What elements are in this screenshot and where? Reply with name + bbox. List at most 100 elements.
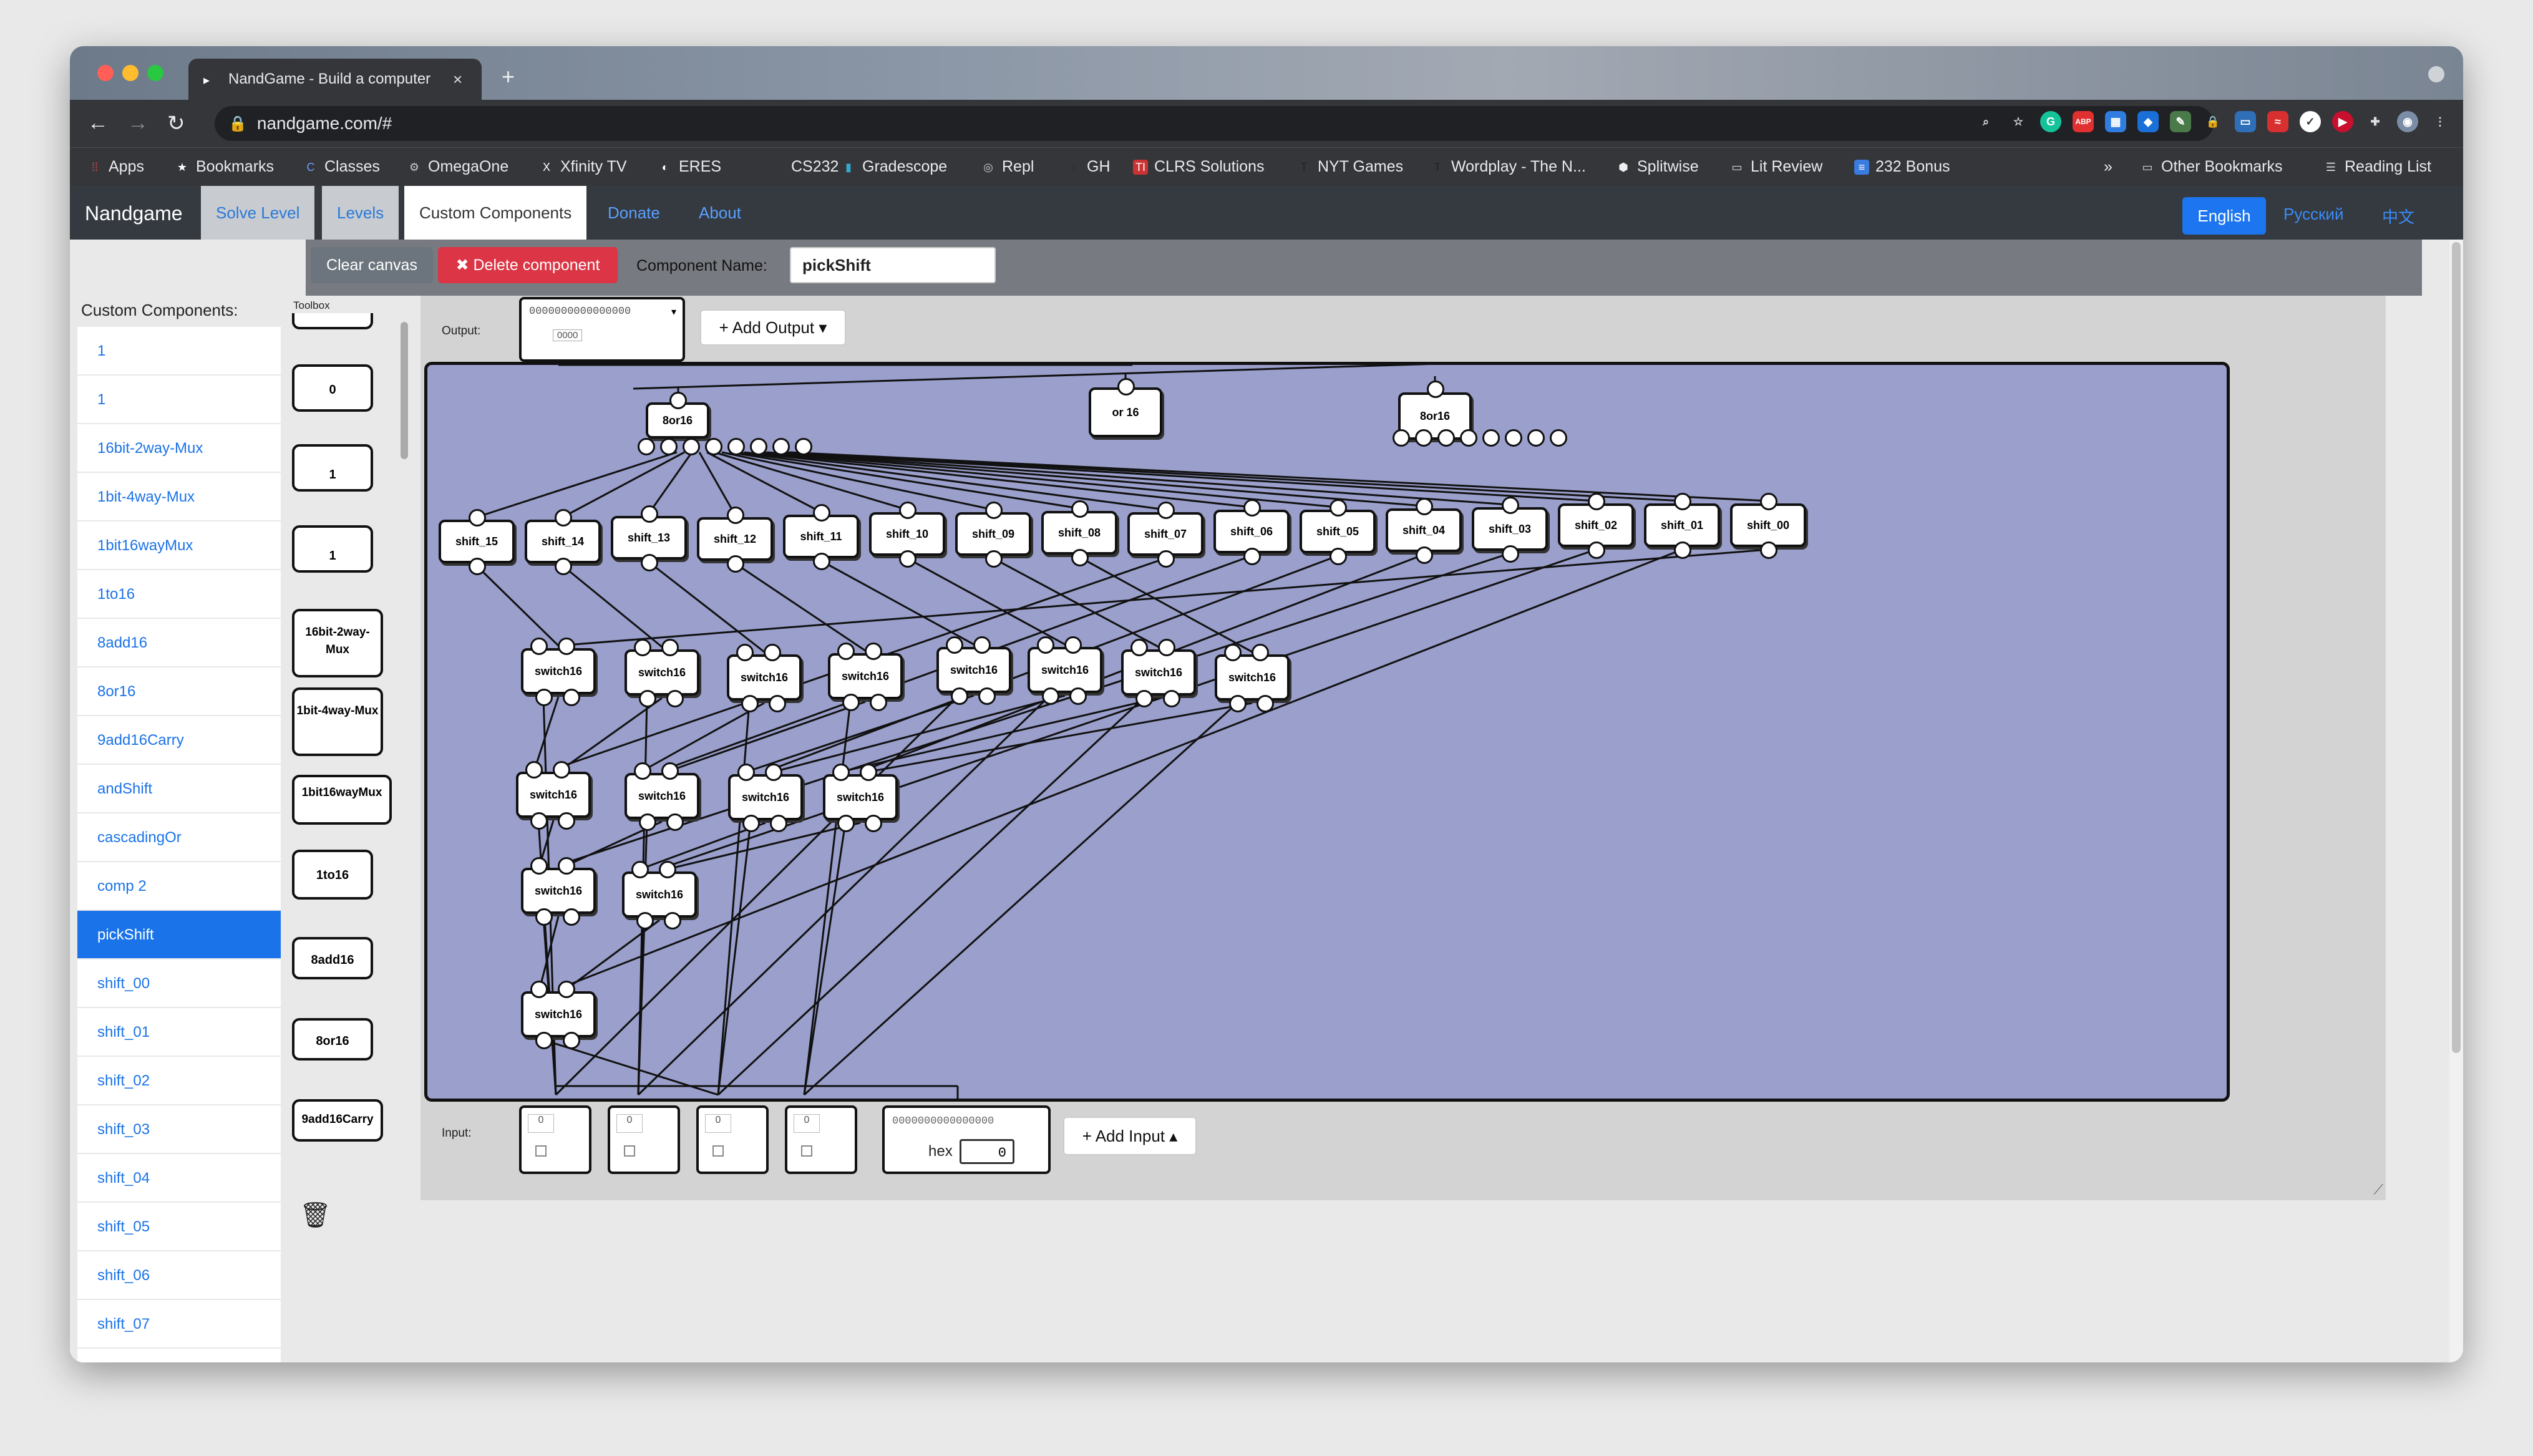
connector-pin[interactable] bbox=[899, 550, 916, 568]
connector-pin[interactable] bbox=[530, 857, 548, 875]
play-ext-icon[interactable]: ▶ bbox=[2332, 111, 2353, 132]
bookmark-classes[interactable]: C Classes bbox=[303, 158, 380, 176]
puzzle-icon[interactable]: ✚ bbox=[2365, 111, 2386, 132]
connector-pin[interactable] bbox=[469, 558, 486, 575]
screenshot-ext-icon[interactable]: ▦ bbox=[2105, 111, 2126, 132]
toolbox-item[interactable]: 1bit16wayMux bbox=[292, 775, 392, 825]
switch16-node[interactable]: switch16 bbox=[625, 773, 699, 819]
wire[interactable] bbox=[841, 697, 1159, 773]
connector-pin[interactable] bbox=[860, 764, 877, 781]
connector-pin[interactable] bbox=[865, 815, 882, 832]
new-tab-button[interactable]: + bbox=[502, 64, 515, 90]
connector-pin[interactable] bbox=[660, 438, 678, 455]
tab-search-icon[interactable] bbox=[2428, 66, 2444, 82]
bookmark-gradescope[interactable]: ▮ Gradescope bbox=[841, 158, 947, 176]
input-s0[interactable]: 0 bbox=[785, 1105, 857, 1174]
wire[interactable] bbox=[475, 565, 560, 647]
connector-pin[interactable] bbox=[842, 694, 860, 711]
toolbox-item[interactable]: 8add16 bbox=[292, 937, 373, 979]
connector-pin[interactable] bbox=[555, 509, 572, 527]
connector-pin[interactable] bbox=[1157, 502, 1175, 519]
connector-pin[interactable] bbox=[530, 812, 548, 830]
custom-component-item[interactable]: shift_07 bbox=[77, 1300, 281, 1349]
wire[interactable] bbox=[555, 694, 960, 1096]
switch16-node[interactable]: switch16 bbox=[521, 868, 596, 914]
input-spinner[interactable]: 0 bbox=[616, 1114, 643, 1133]
custom-component-item[interactable]: shift_02 bbox=[77, 1057, 281, 1105]
delete-component-button[interactable]: ✖ Delete component bbox=[438, 247, 618, 283]
connector-pin[interactable] bbox=[1224, 644, 1242, 661]
hex-value-input[interactable]: 0 bbox=[960, 1139, 1014, 1164]
connector-pin[interactable] bbox=[558, 638, 575, 655]
forward-icon[interactable]: → bbox=[127, 111, 148, 135]
connector-pin[interactable] bbox=[899, 502, 916, 519]
nav-solve-level[interactable]: Solve Level bbox=[201, 186, 315, 240]
connector-pin[interactable] bbox=[1760, 493, 1777, 510]
custom-component-item[interactable]: shift_05 bbox=[77, 1203, 281, 1251]
connector-pin[interactable] bbox=[870, 694, 887, 711]
trash-icon[interactable]: 🗑 bbox=[299, 1200, 331, 1230]
connector-pin[interactable] bbox=[1257, 695, 1274, 712]
input-s2[interactable]: 0 bbox=[608, 1105, 680, 1174]
zoom-icon[interactable]: ⌕ bbox=[1975, 111, 1996, 132]
switch16-node[interactable]: switch16 bbox=[521, 991, 596, 1037]
bookmark-wordplay[interactable]: T Wordplay - The N... bbox=[1430, 158, 1586, 176]
wire[interactable] bbox=[868, 702, 1253, 773]
bookmark-repl[interactable]: ◎ Repl bbox=[981, 158, 1034, 176]
star-icon[interactable]: ☆ bbox=[2008, 111, 2029, 132]
connector-pin[interactable] bbox=[1505, 429, 1522, 447]
wire[interactable] bbox=[558, 548, 1683, 990]
custom-component-item[interactable]: 1 bbox=[77, 327, 281, 376]
connector-pin[interactable] bbox=[1588, 493, 1605, 510]
minimize-window-button[interactable] bbox=[122, 65, 139, 81]
connector-pin[interactable] bbox=[737, 764, 755, 781]
puzzle-green-icon[interactable]: ✎ bbox=[2170, 111, 2191, 132]
connector-pin[interactable] bbox=[659, 861, 676, 878]
wire[interactable] bbox=[803, 701, 852, 1095]
input-s3[interactable]: 0 bbox=[519, 1105, 591, 1174]
custom-component-item[interactable]: pickShift bbox=[77, 911, 281, 959]
bookmark-gh[interactable]: ● GH bbox=[1066, 158, 1111, 176]
connector-pin[interactable] bbox=[813, 553, 830, 570]
switch16-node[interactable]: switch16 bbox=[727, 654, 802, 701]
connector-pin[interactable] bbox=[1037, 636, 1054, 654]
connector-pin[interactable] bbox=[535, 1032, 553, 1049]
connector-pin[interactable] bbox=[813, 504, 830, 522]
wire[interactable] bbox=[648, 452, 693, 514]
connector-pin[interactable] bbox=[641, 505, 658, 523]
connector-pin[interactable] bbox=[1252, 644, 1269, 661]
monitor-ext-icon[interactable]: ▭ bbox=[2235, 111, 2256, 132]
resize-handle-icon[interactable]: ⟋ bbox=[2374, 1182, 2383, 1198]
input-spinner[interactable]: 0 bbox=[794, 1114, 820, 1133]
add-output-button[interactable]: + Add Output ▾ bbox=[700, 309, 846, 346]
connector-pin[interactable] bbox=[639, 813, 656, 831]
lang-chinese-link[interactable]: 中文 bbox=[2382, 205, 2414, 228]
switch16-node[interactable]: switch16 bbox=[1215, 654, 1290, 701]
connector-pin[interactable] bbox=[1163, 690, 1180, 707]
connector-pin[interactable] bbox=[558, 857, 575, 875]
back-icon[interactable]: ← bbox=[87, 111, 109, 135]
reading-list[interactable]: ☰ Reading List bbox=[2323, 158, 2431, 176]
bookmark-apps[interactable]: ⁞⁞ Apps bbox=[87, 158, 144, 176]
wire[interactable] bbox=[803, 822, 847, 1095]
connector-pin[interactable] bbox=[530, 638, 548, 655]
custom-component-item[interactable]: 1bit-4way-Mux bbox=[77, 473, 281, 522]
connector-pin[interactable] bbox=[1130, 639, 1148, 656]
wire[interactable] bbox=[717, 702, 751, 1095]
custom-component-item[interactable]: shift_06 bbox=[77, 1251, 281, 1300]
input-checkbox[interactable] bbox=[712, 1145, 724, 1157]
connector-pin[interactable] bbox=[664, 912, 681, 929]
nav-levels[interactable]: Levels bbox=[322, 186, 399, 240]
connector-pin[interactable] bbox=[631, 861, 649, 878]
bookmarks-overflow-icon[interactable]: » bbox=[2104, 158, 2112, 176]
custom-component-item[interactable]: 1 bbox=[77, 376, 281, 424]
output-dropdown-icon[interactable]: ▾ bbox=[671, 306, 676, 318]
wire[interactable] bbox=[734, 562, 866, 652]
connector-pin[interactable] bbox=[1042, 687, 1059, 705]
lock-ext-icon[interactable]: 🔒 bbox=[2202, 111, 2224, 132]
bookmark-nyt-games[interactable]: T NYT Games bbox=[1296, 158, 1404, 176]
connector-pin[interactable] bbox=[1427, 381, 1444, 398]
connector-pin[interactable] bbox=[634, 762, 651, 780]
switch16-node[interactable]: switch16 bbox=[936, 647, 1011, 693]
connector-pin[interactable] bbox=[469, 509, 486, 527]
